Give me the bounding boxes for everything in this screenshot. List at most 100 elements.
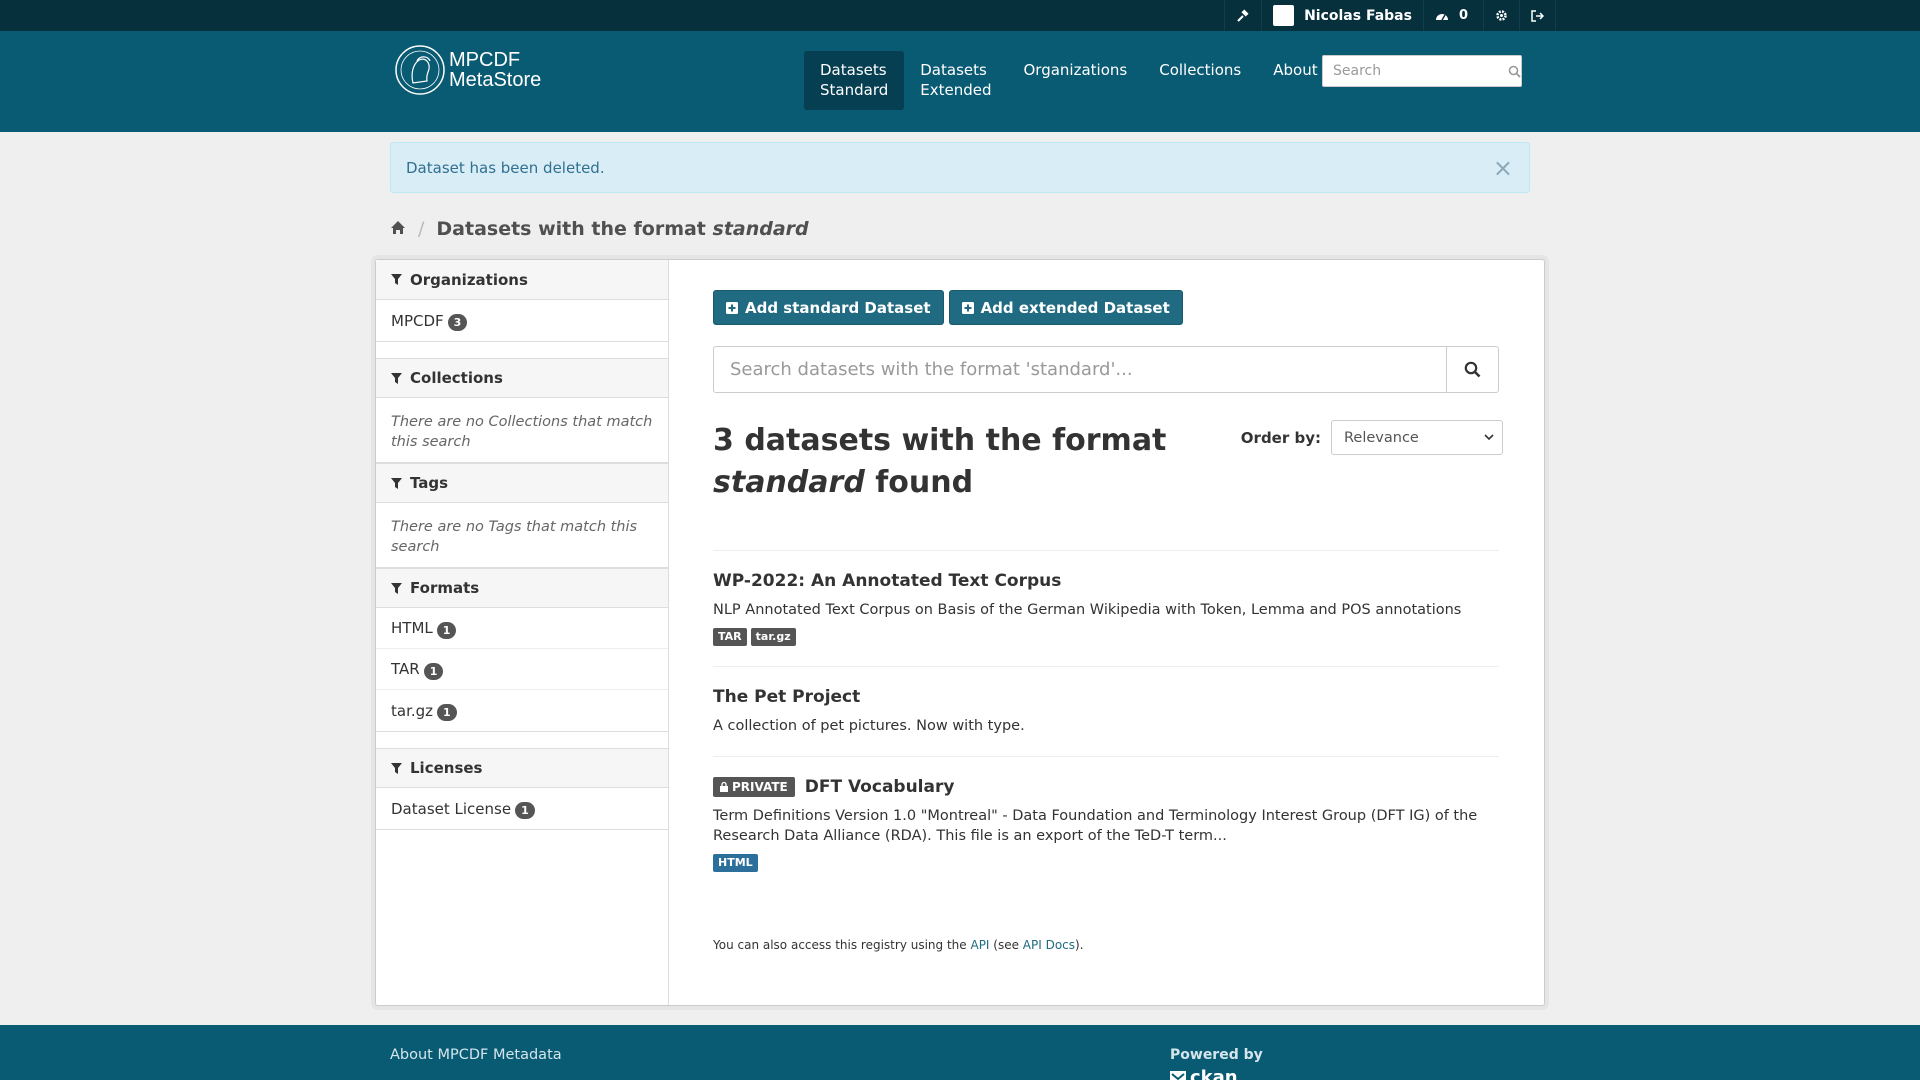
facet-title: Tags bbox=[410, 474, 449, 492]
order-by: Order by: Relevance bbox=[1241, 420, 1503, 455]
dataset-search-button[interactable] bbox=[1446, 347, 1498, 392]
facet-title: Organizations bbox=[410, 270, 528, 289]
add-extended-dataset-button[interactable]: Add extended Dataset bbox=[948, 290, 1183, 325]
button-label: Add standard Dataset bbox=[745, 298, 931, 317]
format-label-tar-gz[interactable]: tar.gz bbox=[750, 628, 796, 646]
order-by-select[interactable]: Relevance bbox=[1331, 420, 1503, 455]
nav-label: Standard bbox=[820, 81, 889, 99]
results-format: standard bbox=[713, 465, 865, 500]
dataset-item: The Pet Project A collection of pet pict… bbox=[713, 667, 1499, 757]
dataset-notes: NLP Annotated Text Corpus on Basis of th… bbox=[713, 602, 1462, 618]
search-icon bbox=[1508, 65, 1521, 78]
site-search-button[interactable] bbox=[1507, 65, 1521, 78]
facet-count: 1 bbox=[423, 662, 444, 680]
nav-datasets-extended[interactable]: Datasets Extended bbox=[904, 51, 1007, 109]
filter-icon bbox=[391, 762, 402, 774]
site-logo[interactable]: MPCDF MetaStore bbox=[395, 45, 541, 95]
lock-icon bbox=[720, 782, 728, 792]
user-profile-link[interactable]: Nicolas Fabas bbox=[1261, 0, 1423, 31]
site-search-input[interactable] bbox=[1323, 57, 1507, 85]
nav-collections[interactable]: Collections bbox=[1143, 51, 1257, 89]
footer-about-link[interactable]: About MPCDF Metadata bbox=[390, 1047, 562, 1063]
plus-square-icon bbox=[961, 301, 974, 314]
dataset-formats: HTML bbox=[713, 854, 1499, 872]
breadcrumb: / Datasets with the format standard bbox=[390, 218, 809, 240]
home-link[interactable] bbox=[390, 218, 406, 240]
account-bar: Nicolas Fabas 0 bbox=[0, 0, 1920, 31]
add-standard-dataset-button[interactable]: Add standard Dataset bbox=[713, 290, 944, 325]
results-count-text: 3 datasets with the format bbox=[713, 423, 1167, 458]
facet-label: tar.gz bbox=[391, 701, 434, 720]
order-by-value: Relevance bbox=[1344, 429, 1419, 446]
user-name: Nicolas Fabas bbox=[1304, 7, 1412, 24]
facet-item-tar[interactable]: TAR 1 bbox=[376, 649, 668, 690]
activity-stream-link[interactable]: 0 bbox=[1422, 0, 1483, 31]
avatar bbox=[1273, 5, 1295, 26]
format-label-tar[interactable]: TAR bbox=[713, 628, 747, 646]
facet-sidebar: Organizations MPCDF 3 Collections There … bbox=[376, 260, 669, 1005]
facet-label: HTML bbox=[391, 619, 433, 637]
facet-list-licenses: Dataset License 1 bbox=[376, 788, 668, 830]
facet-heading-collections: Collections bbox=[376, 358, 668, 398]
powered-by-label: Powered by bbox=[1170, 1047, 1263, 1063]
logout-link[interactable] bbox=[1519, 0, 1556, 31]
minerva-seal-icon bbox=[395, 45, 445, 95]
nav-organizations[interactable]: Organizations bbox=[1008, 51, 1144, 89]
hammer-icon bbox=[1237, 8, 1249, 22]
dataset-title-link[interactable]: WP-2022: An Annotated Text Corpus bbox=[713, 571, 1061, 591]
dataset-item: PRIVATE DFT Vocabulary Term Definitions … bbox=[713, 757, 1499, 892]
facet-count: 1 bbox=[515, 802, 535, 819]
flash-message: Dataset has been deleted. × bbox=[390, 142, 1530, 193]
breadcrumb-title: Datasets with the format bbox=[436, 218, 713, 240]
close-icon[interactable]: × bbox=[1493, 156, 1513, 180]
facet-label: TAR bbox=[391, 660, 420, 678]
settings-link[interactable] bbox=[1483, 0, 1519, 31]
ckan-text: ckan bbox=[1190, 1067, 1238, 1080]
dataset-search-input[interactable] bbox=[714, 347, 1446, 392]
nav-datasets-standard[interactable]: Datasets Standard bbox=[804, 51, 905, 110]
site-search bbox=[1322, 55, 1522, 87]
breadcrumb-current[interactable]: Datasets with the format standard bbox=[436, 218, 808, 240]
filter-icon bbox=[391, 274, 402, 285]
facet-title: Collections bbox=[410, 369, 503, 387]
api-docs-link[interactable]: API Docs bbox=[1023, 938, 1075, 952]
facet-title: Formats bbox=[410, 579, 480, 597]
main-nav: Datasets Standard Datasets Extended Orga… bbox=[804, 51, 1334, 110]
facet-heading-licenses: Licenses bbox=[376, 748, 668, 788]
facet-item-html[interactable]: HTML 1 bbox=[376, 608, 668, 649]
facet-heading-organizations: Organizations bbox=[376, 260, 668, 300]
facet-count: 1 bbox=[437, 704, 457, 721]
results-suffix: found bbox=[864, 465, 974, 500]
action-buttons: Add standard Dataset Add extended Datase… bbox=[713, 290, 1188, 325]
facet-list-formats: HTML 1 TAR 1 tar.gz 1 bbox=[376, 608, 668, 732]
facet-label: Dataset License bbox=[391, 799, 512, 818]
facet-empty-tags: There are no Tags that match this search bbox=[376, 503, 668, 568]
dataset-item: WP-2022: An Annotated Text Corpus NLP An… bbox=[713, 551, 1499, 667]
facet-list-organizations: MPCDF 3 bbox=[376, 300, 668, 342]
private-label: PRIVATE bbox=[732, 780, 788, 794]
dataset-title-link[interactable]: The Pet Project bbox=[713, 687, 860, 707]
ckan-logo[interactable]: ckan bbox=[1170, 1067, 1238, 1080]
facet-label: MPCDF bbox=[391, 311, 444, 330]
dataset-notes: Term Definitions Version 1.0 "Montreal" … bbox=[713, 808, 1478, 844]
facet-item-tar-gz[interactable]: tar.gz 1 bbox=[376, 690, 668, 731]
nav-label: Datasets bbox=[920, 61, 987, 79]
facet-heading-tags: Tags bbox=[376, 463, 668, 503]
facet-item-mpcdf[interactable]: MPCDF 3 bbox=[376, 300, 668, 341]
breadcrumb-format: standard bbox=[712, 218, 809, 240]
sysadmin-link[interactable] bbox=[1224, 0, 1261, 31]
masthead: MPCDF MetaStore Datasets Standard Datase… bbox=[0, 31, 1920, 132]
api-note: You can also access this registry using … bbox=[713, 938, 1084, 952]
format-label-html[interactable]: HTML bbox=[713, 854, 758, 872]
filter-icon bbox=[391, 372, 402, 384]
dataset-list: WP-2022: An Annotated Text Corpus NLP An… bbox=[713, 550, 1499, 892]
home-icon bbox=[391, 221, 405, 234]
private-badge: PRIVATE bbox=[713, 777, 795, 797]
nav-label: Extended bbox=[920, 81, 992, 99]
dataset-title-link[interactable]: DFT Vocabulary bbox=[805, 777, 955, 797]
facet-item-dataset-license[interactable]: Dataset License 1 bbox=[376, 788, 668, 829]
api-note-text: ). bbox=[1075, 938, 1084, 952]
dashboard-icon bbox=[1435, 13, 1448, 20]
api-note-text: You can also access this registry using … bbox=[713, 938, 971, 952]
api-link[interactable]: API bbox=[970, 938, 989, 952]
